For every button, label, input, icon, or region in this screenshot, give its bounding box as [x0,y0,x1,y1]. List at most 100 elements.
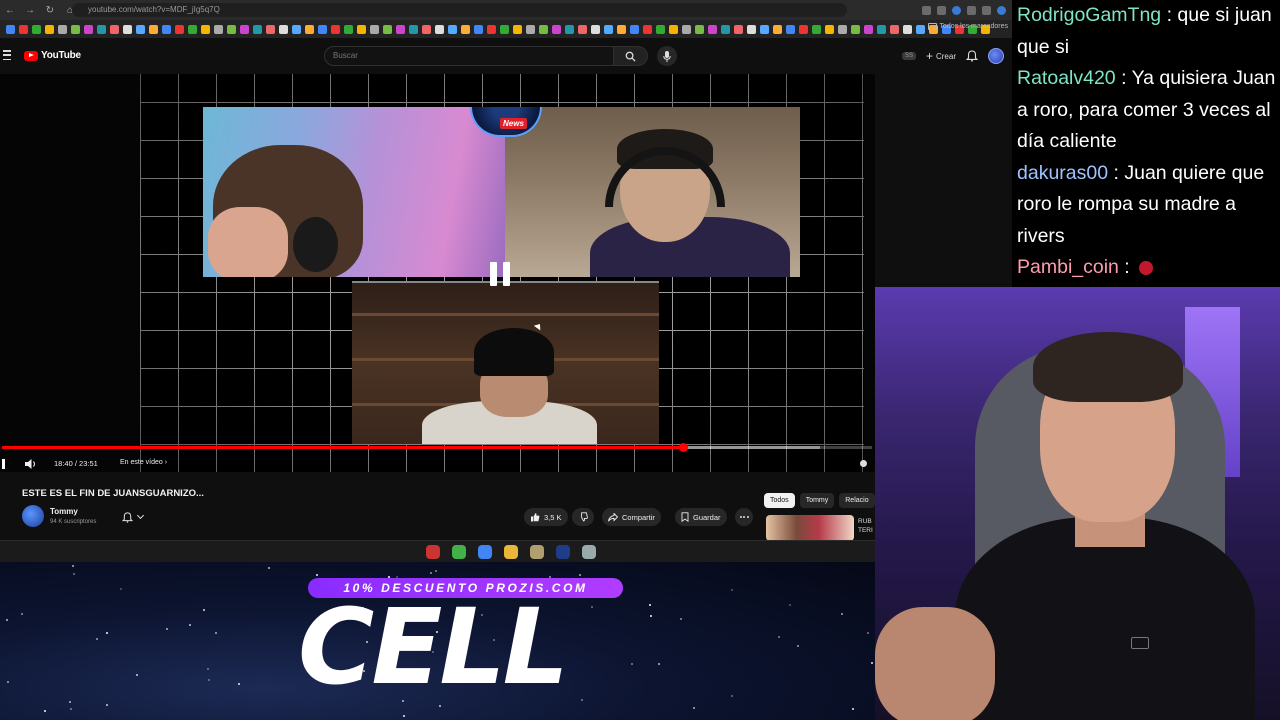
bookmark-favicon-icon[interactable] [487,24,496,34]
bookmark-favicon-icon[interactable] [721,24,730,34]
bookmark-favicon-icon[interactable] [71,24,80,34]
bookmark-favicon-icon[interactable] [370,24,379,34]
save-button[interactable]: Guardar [675,508,727,526]
bookmark-favicon-icon[interactable] [123,24,132,34]
bookmark-favicon-icon[interactable] [409,24,418,34]
chip-tommy[interactable]: Tommy [799,493,835,508]
bookmark-favicon-icon[interactable] [253,24,262,34]
address-bar[interactable]: youtube.com/watch?v=MDF_jIg5q7Q [72,3,847,17]
bookmark-favicon-icon[interactable] [188,24,197,34]
more-actions-icon[interactable] [735,508,753,526]
channel-name[interactable]: Tommy [50,507,78,516]
play-icon[interactable] [2,459,5,469]
bookmark-favicon-icon[interactable] [734,24,743,34]
bookmark-favicon-icon[interactable] [708,24,717,34]
bookmark-favicon-icon[interactable] [669,24,678,34]
search-button[interactable] [614,46,648,66]
bookmark-favicon-icon[interactable] [97,24,106,34]
puzzle-icon[interactable] [967,5,976,15]
bookmark-favicon-icon[interactable] [266,24,275,34]
chip-relacionados[interactable]: Relacio [839,493,875,508]
forward-icon[interactable]: → [20,0,40,20]
dock-app-icon[interactable] [530,545,544,559]
dock-app-icon[interactable] [478,545,492,559]
bookmark-favicon-icon[interactable] [786,24,795,34]
bookmark-favicon-icon[interactable] [214,24,223,34]
voice-search-button[interactable] [657,46,677,66]
bookmark-favicon-icon[interactable] [838,24,847,34]
volume-icon[interactable] [24,458,38,470]
bookmark-favicon-icon[interactable] [812,24,821,34]
bookmark-favicon-icon[interactable] [630,24,639,34]
bookmark-favicon-icon[interactable] [773,24,782,34]
bookmark-favicon-icon[interactable] [344,24,353,34]
pause-icon[interactable] [490,262,510,286]
bookmark-favicon-icon[interactable] [474,24,483,34]
bookmark-favicon-icon[interactable] [175,24,184,34]
dock-app-icon[interactable] [582,545,596,559]
bookmark-favicon-icon[interactable] [331,24,340,34]
bookmark-favicon-icon[interactable] [279,24,288,34]
dock-app-icon[interactable] [556,545,570,559]
bookmark-favicon-icon[interactable] [357,24,366,34]
bookmark-favicon-icon[interactable] [84,24,93,34]
bookmark-favicon-icon[interactable] [6,24,15,34]
bookmark-favicon-icon[interactable] [136,24,145,34]
back-icon[interactable]: ← [0,0,20,20]
bookmark-favicon-icon[interactable] [435,24,444,34]
bookmark-favicon-icon[interactable] [58,24,67,34]
bookmark-favicon-icon[interactable] [383,24,392,34]
bookmark-favicon-icon[interactable] [45,24,54,34]
bookmark-favicon-icon[interactable] [201,24,210,34]
bookmark-favicon-icon[interactable] [760,24,769,34]
dislike-button[interactable] [571,508,594,526]
notifications-bell-icon[interactable] [966,50,978,62]
bookmark-favicon-icon[interactable] [318,24,327,34]
chapters-button[interactable]: En este vídeo › [120,459,167,466]
bookmark-favicon-icon[interactable] [240,24,249,34]
bookmark-favicon-icon[interactable] [292,24,301,34]
bookmark-favicon-icon[interactable] [877,24,886,34]
bookmark-favicon-icon[interactable] [19,24,28,34]
like-button[interactable]: 3,5 K [524,508,568,526]
dock-app-icon[interactable] [426,545,440,559]
bookmark-favicon-icon[interactable] [682,24,691,34]
bookmark-favicon-icon[interactable] [903,24,912,34]
star-icon[interactable] [937,5,946,15]
bookmark-favicon-icon[interactable] [526,24,535,34]
account-avatar[interactable] [988,48,1004,64]
bookmark-favicon-icon[interactable] [305,24,314,34]
bookmark-favicon-icon[interactable] [162,24,171,34]
recommended-video-title[interactable]: RUB TERI [858,517,873,535]
bookmark-favicon-icon[interactable] [656,24,665,34]
bookmarks-folder[interactable]: Todos los marcadores [927,23,1008,30]
bookmark-favicon-icon[interactable] [643,24,652,34]
subscription-bell-button[interactable] [116,508,156,526]
search-input[interactable]: Buscar [324,46,614,66]
menu-icon[interactable] [3,50,11,60]
profile-icon[interactable] [997,5,1006,15]
bookmark-favicon-icon[interactable] [825,24,834,34]
recommended-video-thumbnail[interactable] [766,515,854,541]
bookmark-favicon-icon[interactable] [422,24,431,34]
bookmark-favicon-icon[interactable] [747,24,756,34]
reload-icon[interactable]: ↻ [40,0,60,20]
bookmark-favicon-icon[interactable] [539,24,548,34]
youtube-logo[interactable]: YouTube [24,50,81,61]
bookmark-favicon-icon[interactable] [695,24,704,34]
bookmark-favicon-icon[interactable] [110,24,119,34]
dock-app-icon[interactable] [452,545,466,559]
autoplay-toggle[interactable] [860,460,867,467]
bookmark-favicon-icon[interactable] [461,24,470,34]
bookmark-favicon-icon[interactable] [513,24,522,34]
bookmark-favicon-icon[interactable] [864,24,873,34]
bookmark-favicon-icon[interactable] [500,24,509,34]
bookmark-favicon-icon[interactable] [448,24,457,34]
bookmark-favicon-icon[interactable] [227,24,236,34]
share-button[interactable]: Compartir [602,508,661,526]
menu-icon[interactable] [982,5,991,15]
bookmark-favicon-icon[interactable] [565,24,574,34]
progress-bar[interactable] [2,443,872,452]
bookmark-favicon-icon[interactable] [32,24,41,34]
bookmark-favicon-icon[interactable] [916,24,925,34]
